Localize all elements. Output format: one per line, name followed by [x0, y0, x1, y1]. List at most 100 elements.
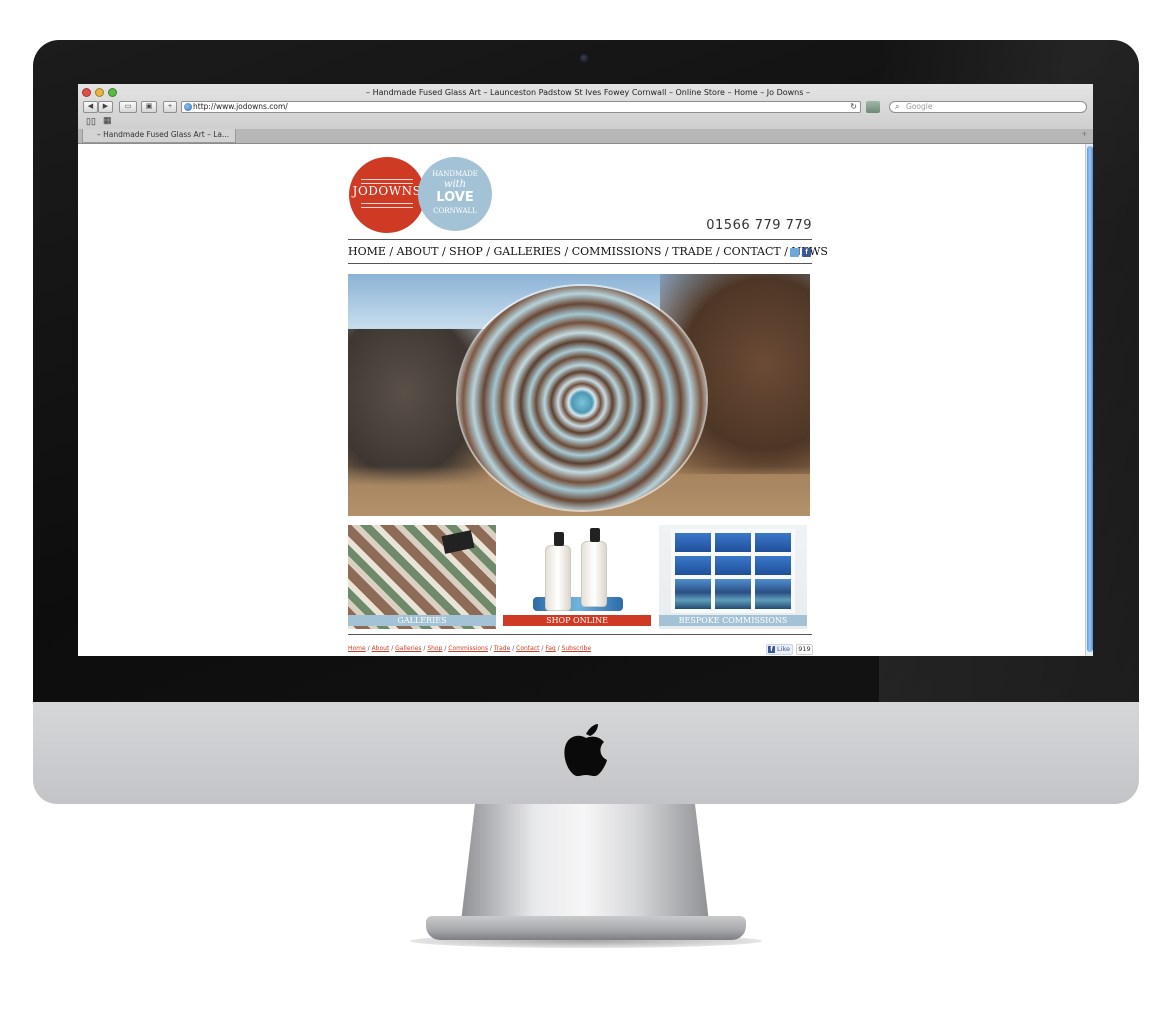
tile-bespoke-commissions[interactable]: BESPOKE COMMISSIONS: [659, 525, 807, 629]
tab-active[interactable]: – Handmade Fused Glass Art – La...: [82, 129, 236, 143]
bookmarks-book-icon[interactable]: ▯▯: [86, 116, 96, 127]
nav-link-shop[interactable]: SHOP: [449, 245, 483, 258]
imac-stand-neck: [460, 804, 710, 930]
divider: [348, 239, 812, 240]
tile-galleries[interactable]: GALLERIES: [348, 525, 496, 629]
soap-bottle: [581, 528, 607, 607]
window-pane: [675, 533, 711, 552]
add-tab-icon[interactable]: +: [1082, 129, 1087, 139]
minimize-window-button[interactable]: [95, 88, 104, 97]
facebook-like-button[interactable]: f Like: [766, 644, 793, 655]
tile-label: GALLERIES: [348, 615, 496, 626]
search-input[interactable]: ⌕ Google: [889, 101, 1087, 113]
close-window-button[interactable]: [82, 88, 91, 97]
scroll-thumb[interactable]: [1087, 146, 1093, 652]
footer-link-faq[interactable]: Faq: [545, 645, 555, 652]
history-icon: ▣: [145, 103, 153, 110]
logo-jodowns[interactable]: JODOWNS: [349, 157, 425, 233]
phone-number: 01566 779 779: [706, 218, 812, 233]
badge-line-3: LOVE: [436, 190, 474, 205]
window-pane: [675, 578, 711, 609]
screen: – Handmade Fused Glass Art – Launceston …: [78, 84, 1093, 656]
window-pane: [755, 555, 791, 575]
page-viewport: JODOWNS HANDMADE with LOVE CORNWALL 0156…: [78, 144, 1093, 656]
rss-icon[interactable]: [866, 101, 880, 113]
url-text: http://www.jodowns.com/: [193, 102, 288, 111]
camera-icon: [580, 54, 589, 63]
fused-glass-disc: [458, 286, 706, 510]
search-icon: ⌕: [895, 102, 900, 111]
imac-stand-base: [426, 916, 746, 940]
tile-shop-online[interactable]: SHOP ONLINE: [503, 525, 651, 629]
footer-link-commissions[interactable]: Commissions: [448, 645, 488, 652]
pump-cap: [590, 528, 600, 542]
bookmark-add-icon: ▭: [124, 103, 132, 110]
footer-link-shop[interactable]: Shop: [427, 645, 442, 652]
twitter-icon[interactable]: [790, 248, 799, 257]
badge-line-1: HANDMADE: [432, 170, 478, 178]
tile-label: BESPOKE COMMISSIONS: [659, 615, 807, 626]
divider: [348, 634, 812, 635]
gallery-sign: [441, 530, 475, 554]
badge-line-2: with: [443, 179, 467, 190]
window-title: – Handmade Fused Glass Art – Launceston …: [366, 88, 810, 97]
new-tab-button[interactable]: +: [163, 101, 177, 113]
window-pane: [755, 578, 791, 609]
footer-link-home[interactable]: Home: [348, 645, 366, 652]
footer-link-trade[interactable]: Trade: [494, 645, 510, 652]
nav-link-home[interactable]: HOME: [348, 245, 386, 258]
globe-icon: [184, 103, 192, 111]
nav-separator: /: [385, 245, 397, 258]
nav-separator: /: [438, 245, 450, 258]
logo-line: [361, 207, 413, 208]
vertical-scrollbar[interactable]: [1085, 144, 1093, 656]
forward-button[interactable]: ▶: [98, 101, 113, 113]
nav-separator: /: [482, 245, 494, 258]
reload-icon[interactable]: ↻: [850, 102, 857, 112]
tile-label: SHOP ONLINE: [503, 615, 651, 626]
browser-toolbar: – Handmade Fused Glass Art – Launceston …: [78, 84, 1093, 144]
logo-brand-text: JODOWNS: [352, 184, 422, 198]
back-button[interactable]: ◀: [83, 101, 98, 113]
top-sites-grid-icon[interactable]: ▦: [103, 115, 112, 126]
pump-cap: [554, 532, 564, 546]
nav-link-contact[interactable]: CONTACT: [723, 245, 781, 258]
forward-icon: ▶: [102, 103, 109, 110]
search-placeholder: Google: [906, 102, 933, 111]
new-tab-icon: +: [167, 103, 173, 110]
add-bookmark-button[interactable]: ▭: [119, 101, 137, 113]
tab-bar: – Handmade Fused Glass Art – La... +: [78, 129, 1093, 143]
facebook-icon: f: [768, 646, 775, 653]
like-count: 919: [796, 644, 813, 655]
nav-separator: /: [561, 245, 572, 258]
divider: [348, 263, 812, 264]
address-bar[interactable]: http://www.jodowns.com/ ↻: [181, 101, 861, 113]
badge-line-4: CORNWALL: [433, 207, 477, 215]
tab-title: – Handmade Fused Glass Art – La...: [97, 130, 230, 139]
glass-window: [671, 529, 795, 613]
zoom-window-button[interactable]: [108, 88, 117, 97]
facebook-icon[interactable]: f: [802, 248, 811, 257]
nav-link-about[interactable]: ABOUT: [397, 245, 439, 258]
window-pane: [715, 578, 751, 609]
nav-link-trade[interactable]: TRADE: [672, 245, 712, 258]
window-pane: [755, 533, 791, 552]
nav-separator: /: [661, 245, 673, 258]
logo-line: [361, 179, 413, 180]
main-nav: HOME / ABOUT / SHOP / GALLERIES / COMMIS…: [348, 245, 828, 258]
apple-logo-icon: [564, 724, 607, 777]
nav-separator: /: [712, 245, 724, 258]
logo-line: [361, 203, 413, 204]
footer-links: Home / About / Galleries / Shop / Commis…: [348, 645, 591, 652]
nav-link-galleries[interactable]: GALLERIES: [493, 245, 561, 258]
footer-link-subscribe[interactable]: Subscribe: [562, 645, 591, 652]
hero-image: [348, 274, 810, 516]
like-label: Like: [777, 645, 790, 653]
history-button[interactable]: ▣: [141, 101, 157, 113]
footer-link-contact[interactable]: Contact: [516, 645, 539, 652]
logo-handmade-badge: HANDMADE with LOVE CORNWALL: [418, 157, 492, 231]
nav-link-commissions[interactable]: COMMISSIONS: [572, 245, 662, 258]
window-pane: [675, 555, 711, 575]
footer-link-galleries[interactable]: Galleries: [395, 645, 421, 652]
footer-link-about[interactable]: About: [372, 645, 390, 652]
